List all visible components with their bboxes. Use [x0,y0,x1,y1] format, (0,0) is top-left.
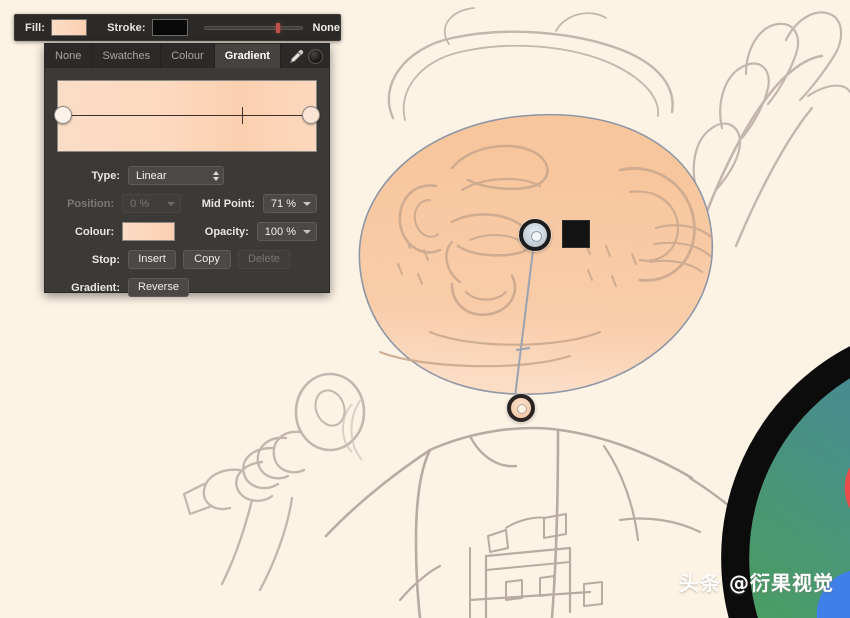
gradient-form: Type: Linear Position: 0 % Mid Point: 71… [45,152,329,297]
stop-delete-button: Delete [238,250,290,269]
slider-thumb[interactable] [275,22,280,33]
gradient-preview-midpoint[interactable] [241,107,243,124]
eyedropper-icon[interactable] [288,48,305,65]
gradient-label: Gradient: [71,281,120,294]
row-gradient-reverse: Gradient: Reverse [57,278,317,297]
position-field[interactable]: 0 % [122,194,182,213]
stroke-swatch[interactable] [151,19,188,36]
gradient-panel: None Swatches Colour Gradient Type: Line… [44,43,330,297]
gradient-preview-axis [63,115,311,116]
tab-colour[interactable]: Colour [161,44,215,68]
row-position-midpoint: Position: 0 % Mid Point: 71 % [57,194,317,213]
stepper-arrows-icon[interactable] [213,170,219,181]
type-select[interactable]: Linear [128,166,224,185]
gradient-preview-stop-start[interactable] [54,106,72,124]
tab-swatches[interactable]: Swatches [92,44,162,68]
stroke-none-button[interactable]: None [313,22,341,34]
row-stop-buttons: Stop: Insert Copy Delete [57,250,317,269]
panel-tab-bar: None Swatches Colour Gradient [45,44,330,68]
tab-none[interactable]: None [45,44,93,68]
fill-stroke-toolbar: Fill: Stroke: None [14,14,341,41]
stop-copy-button[interactable]: Copy [183,250,231,269]
colour-wheel-icon [721,346,850,618]
colour-dot-icon[interactable] [307,48,323,64]
fill-group: Fill: [15,19,88,36]
stroke-label: Stroke: [107,21,146,34]
stroke-group: Stroke: [87,19,188,36]
fill-label: Fill: [25,21,46,34]
opacity-field[interactable]: 100 % [256,222,317,241]
colour-wheel-button[interactable] [562,220,850,618]
row-type: Type: Linear [57,166,317,185]
gradient-stop-end-handle[interactable] [507,394,535,422]
chevron-down-icon[interactable] [303,201,311,206]
position-value: 0 % [130,198,150,210]
midpoint-value: 71 % [270,198,296,210]
tab-gradient[interactable]: Gradient [214,44,282,68]
stroke-width-slider[interactable] [203,22,303,34]
fill-swatch[interactable] [51,19,88,36]
row-colour-opacity: Colour: Opacity: 100 % [57,222,317,241]
gradient-preview-strip[interactable] [54,80,320,152]
opacity-value: 100 % [264,226,296,238]
stop-label: Stop: [91,253,120,266]
chevron-down-icon[interactable] [167,201,176,206]
watermark: 头条 @衍果视觉 [679,571,834,595]
slider-track [203,25,303,30]
type-value: Linear [136,170,167,182]
midpoint-field[interactable]: 71 % [262,194,317,213]
app-screen: Fill: Stroke: None None Swatches Colour … [0,0,850,618]
chevron-down-icon[interactable] [303,229,311,234]
gradient-stop-start-handle[interactable] [519,219,551,251]
position-label: Position: [67,197,115,210]
stop-insert-button[interactable]: Insert [128,250,176,269]
colour-label: Colour: [75,225,115,238]
opacity-label: Opacity: [204,225,249,238]
type-label: Type: [91,169,120,182]
panel-tool-icons [281,44,330,68]
gradient-reverse-button[interactable]: Reverse [128,278,189,297]
gradient-preview-stop-end[interactable] [302,106,320,124]
colour-swatch-field[interactable] [122,222,175,241]
midpoint-label: Mid Point: [201,197,255,210]
gradient-preview-fill [57,80,317,152]
